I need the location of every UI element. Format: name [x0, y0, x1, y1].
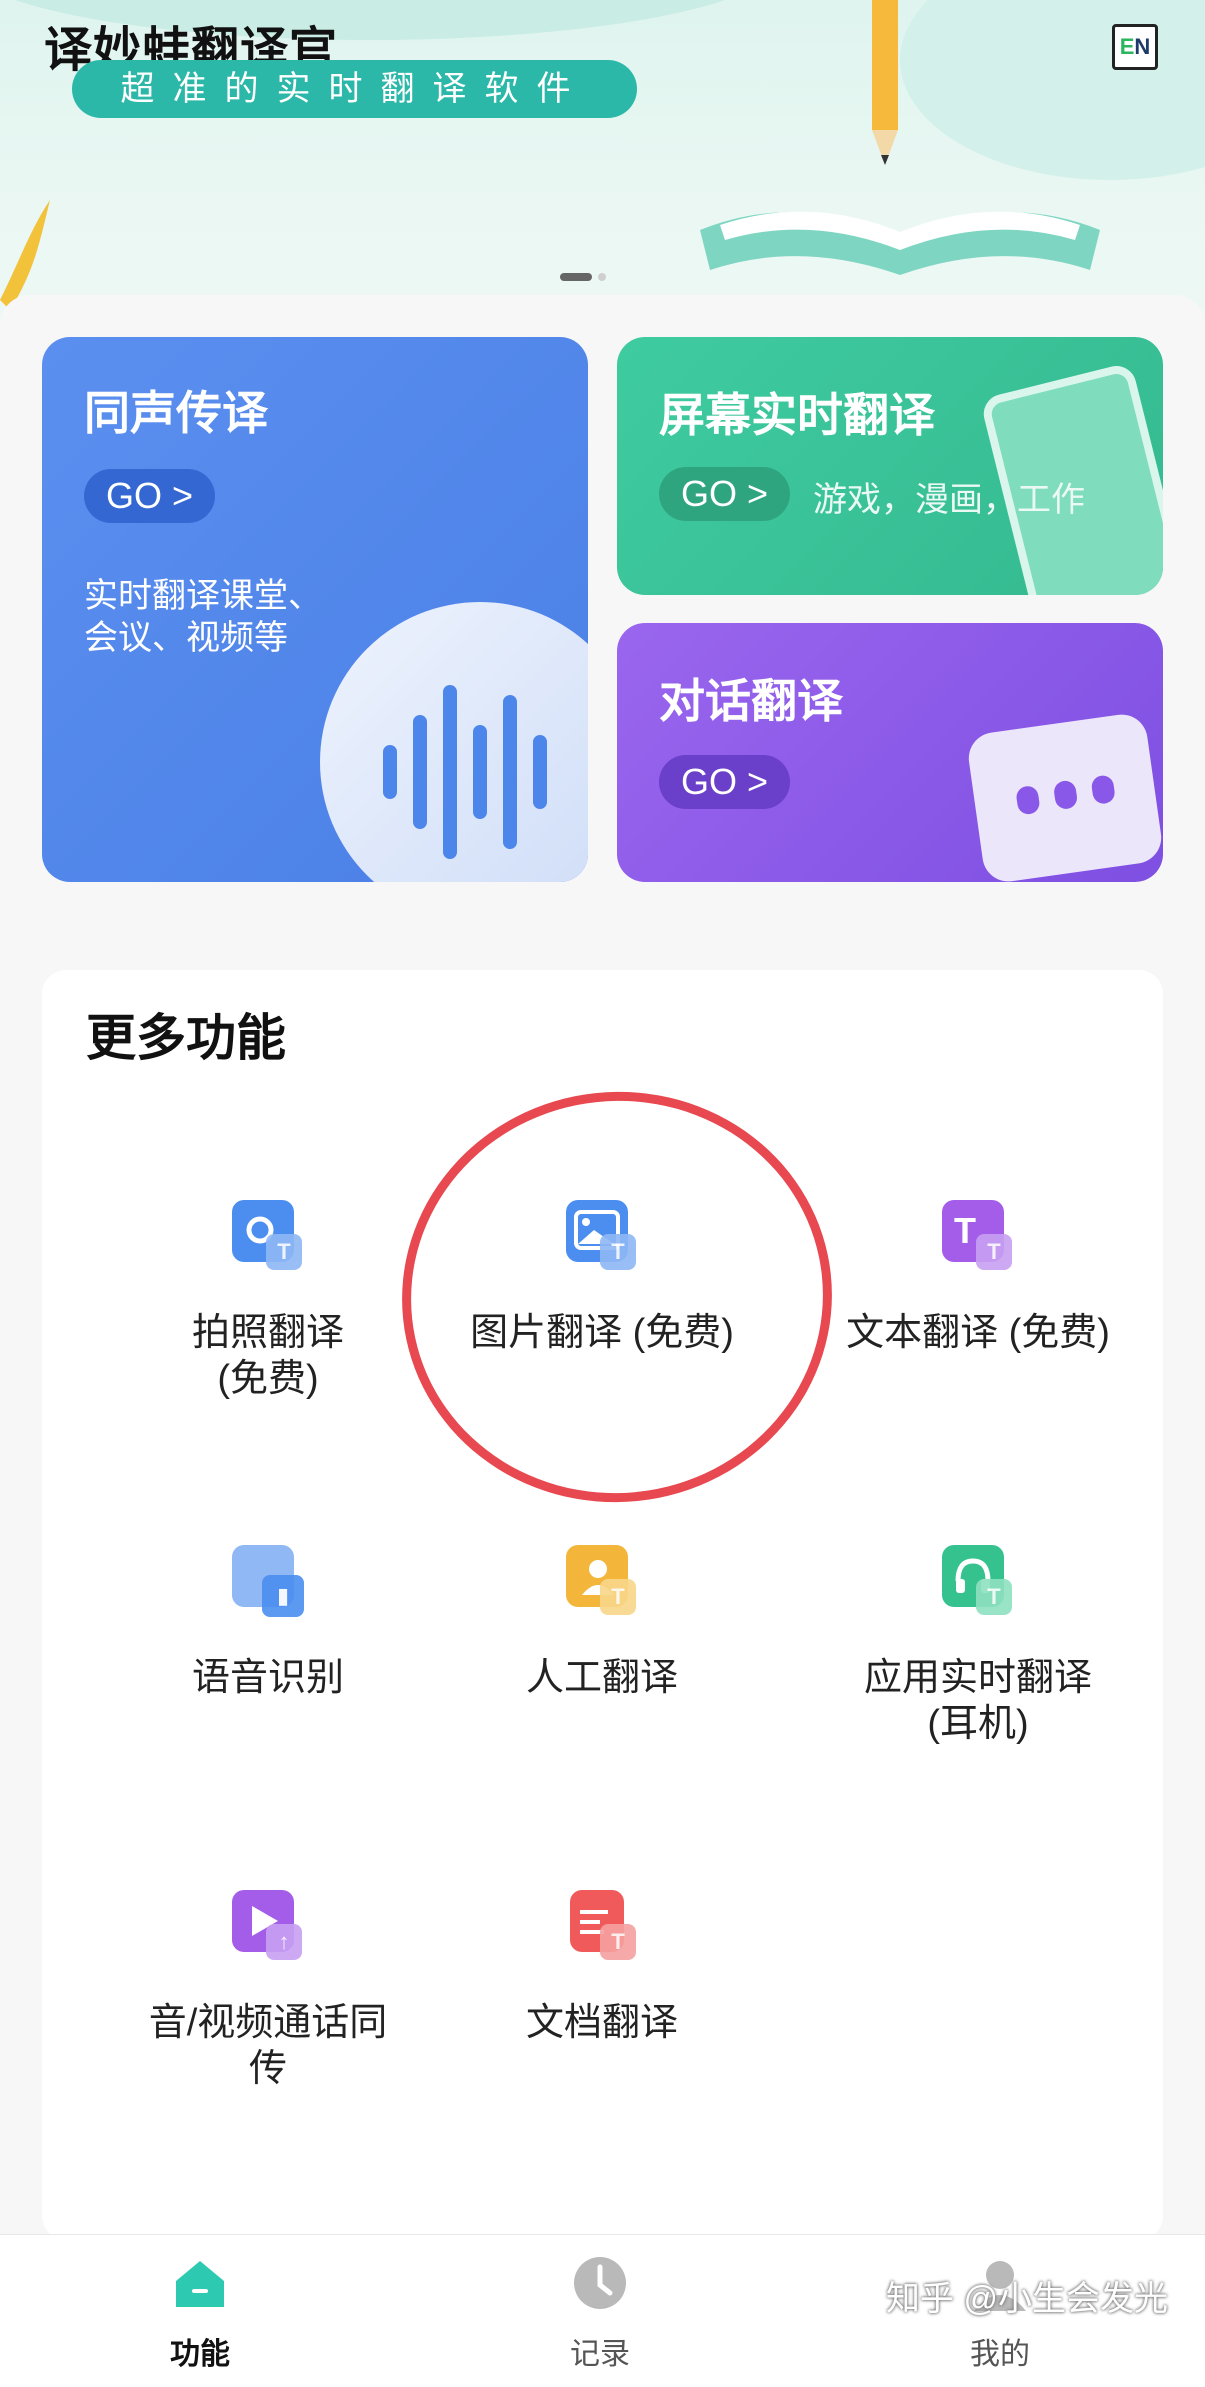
- feature-voice-recognition[interactable]: ▮ 语音识别: [88, 1545, 448, 1701]
- chat-dot: [1052, 779, 1079, 811]
- feature-label: 语音识别: [191, 1657, 344, 1699]
- video-call-icon: ↑: [232, 1890, 304, 1962]
- card-title: 对话翻译: [659, 675, 843, 727]
- tab-records[interactable]: 记录: [500, 2255, 700, 2373]
- dialog-translate-card[interactable]: 对话翻译 GO >: [617, 623, 1163, 882]
- simultaneous-interpretation-card[interactable]: 同声传译 GO > 实时翻译课堂、 会议、视频等: [42, 337, 588, 882]
- camera-translate-icon: T: [232, 1200, 304, 1272]
- pencil-illustration-icon: [872, 0, 898, 165]
- screen-realtime-translate-card[interactable]: 屏幕实时翻译 GO > 游戏，漫画，工作: [617, 337, 1163, 595]
- banner-decoration: [900, 0, 1205, 180]
- feature-label: 人工翻译: [525, 1657, 678, 1699]
- bottom-tab-bar: 功能 记录 我的 知乎 @小生会发光: [0, 2234, 1205, 2387]
- sound-wave-icon: [320, 602, 588, 882]
- feature-label: 应用实时翻译 (耳机): [863, 1657, 1092, 1745]
- feature-label: 文本翻译 (免费): [846, 1312, 1110, 1354]
- chat-dot: [1015, 784, 1041, 816]
- leaf-decoration-icon: [0, 200, 50, 310]
- go-button[interactable]: GO >: [659, 467, 791, 521]
- chat-dot: [1090, 774, 1117, 805]
- language-badge[interactable]: EN: [1112, 24, 1158, 70]
- text-translate-icon: T T: [942, 1200, 1014, 1272]
- card-subtitle: 游戏，漫画，工作: [813, 481, 1085, 519]
- card-description: 实时翻译课堂、 会议、视频等: [84, 575, 322, 659]
- home-icon: [172, 2255, 228, 2311]
- feature-photo-translate[interactable]: T 拍照翻译 (免费): [88, 1200, 448, 1402]
- go-button[interactable]: GO >: [659, 755, 791, 809]
- carousel-dot-active: [560, 272, 592, 281]
- tab-label: 功能: [170, 2338, 230, 2371]
- watermark: 知乎 @小生会发光: [886, 2280, 1168, 2318]
- feature-app-realtime-headphone[interactable]: T 应用实时翻译 (耳机): [798, 1545, 1158, 1747]
- tab-label: 我的: [970, 2338, 1030, 2371]
- feature-document-translate[interactable]: T 文档翻译: [422, 1890, 782, 2046]
- clock-icon: [572, 2255, 628, 2311]
- headphone-translate-icon: T: [942, 1545, 1014, 1617]
- card-title: 同声传译: [84, 387, 268, 439]
- slogan-pill: 超准的实时翻译软件: [72, 60, 637, 118]
- tab-features[interactable]: 功能: [100, 2255, 300, 2373]
- carousel-dot: [598, 272, 606, 281]
- card-description-line: 实时翻译课堂、: [84, 577, 322, 615]
- feature-label: 文档翻译: [525, 2002, 678, 2044]
- section-title: 更多功能: [86, 1010, 286, 1066]
- human-translate-icon: T: [566, 1545, 638, 1617]
- feature-label: 拍照翻译 (免费): [191, 1312, 344, 1400]
- top-banner[interactable]: 译妙蛙翻译官 超准的实时翻译软件 EN: [0, 0, 1205, 330]
- feature-av-call-interpretation[interactable]: ↑ 音/视频通话同 传: [88, 1890, 448, 2092]
- feature-label: 音/视频通话同 传: [148, 2002, 388, 2090]
- card-description-line: 会议、视频等: [84, 619, 288, 657]
- tab-label: 记录: [570, 2338, 630, 2371]
- carousel-indicator: [560, 268, 612, 286]
- book-illustration-icon: [700, 211, 1100, 275]
- chat-bubble-icon: [965, 711, 1163, 882]
- document-translate-icon: T: [566, 1890, 638, 1962]
- feature-human-translate[interactable]: T 人工翻译: [422, 1545, 782, 1701]
- feature-text-translate[interactable]: T T 文本翻译 (免费): [798, 1200, 1158, 1356]
- card-title: 屏幕实时翻译: [659, 389, 935, 441]
- go-button[interactable]: GO >: [84, 469, 216, 523]
- voice-recognition-icon: ▮: [232, 1545, 304, 1617]
